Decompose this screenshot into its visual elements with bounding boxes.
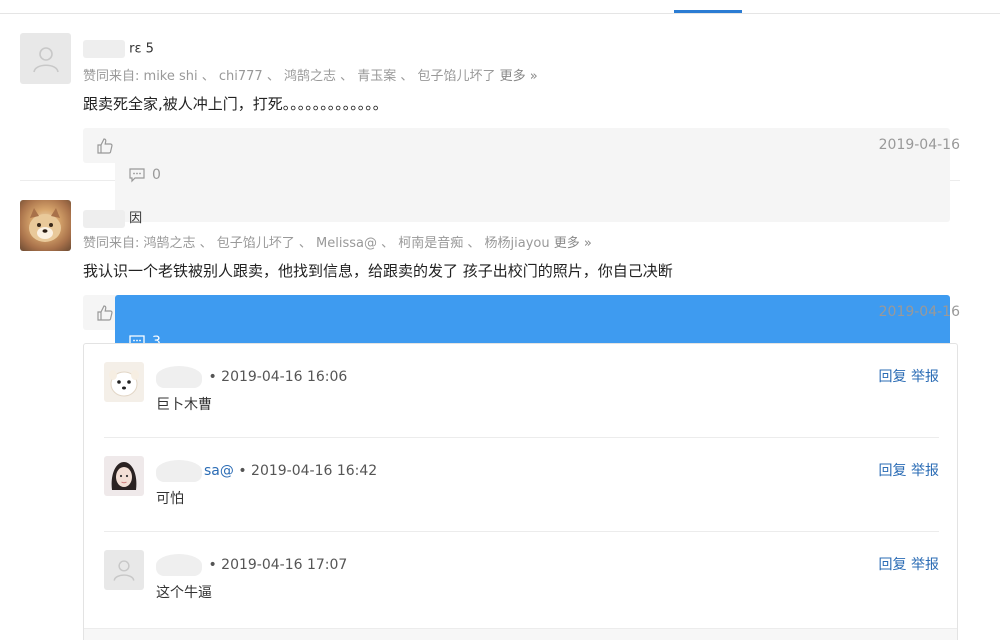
girl-photo-icon [111, 462, 137, 490]
vote-buttons: 23 1 3 [83, 295, 950, 389]
comment-meta: • 2019-04-16 16:06 [156, 366, 347, 388]
answer-item: 因 赞同来自: 鸿鹄之志 、 包子馅儿坏了 、 Melissa@ 、 柯南是音痴… [20, 200, 960, 640]
user-icon [113, 560, 135, 581]
answer-date: 2019-04-16 [878, 137, 960, 153]
answer-content: 跟卖死全家,被人冲上门，打死。。。。。。。。。。。。。 [83, 95, 388, 113]
username-text[interactable]: rε 5 [129, 42, 154, 57]
comment-input-area[interactable] [84, 628, 957, 640]
comment-item: • 2019-04-16 16:06 巨卜木曹 回复 举报 [104, 344, 939, 438]
comment-avatar[interactable] [104, 456, 144, 496]
comment-actions: 回复 举报 [879, 460, 939, 480]
comment-list: • 2019-04-16 16:06 巨卜木曹 回复 举报 sa@ • 2019… [83, 343, 958, 640]
reply-link[interactable]: 回复 [879, 369, 907, 385]
comment-item: • 2019-04-16 17:07 这个牛逼 回复 举报 [104, 532, 939, 626]
comment-time: • 2019-04-16 17:07 [208, 557, 348, 573]
report-link[interactable]: 举报 [911, 557, 939, 573]
user-icon [32, 46, 59, 72]
commenter-blur [156, 554, 202, 576]
top-nav-bar [0, 0, 1000, 14]
username-blur [83, 40, 125, 58]
agree-users[interactable]: 鸿鹄之志 、 包子馅儿坏了 、 Melissa@ 、 柯南是音痴 、 杨杨jia… [144, 236, 550, 251]
comment-avatar[interactable] [104, 362, 144, 402]
comment-time: • 2019-04-16 16:06 [208, 369, 348, 385]
avatar[interactable] [20, 200, 71, 251]
answer-date: 2019-04-16 [878, 304, 960, 320]
thumbs-up-icon [97, 137, 113, 154]
answer-item: rε 5 赞同来自: mike shi 、 chi777 、 鸿鹄之志 、 青玉… [20, 33, 960, 222]
active-tab-indicator [674, 10, 742, 13]
commenter-name[interactable]: sa@ [204, 463, 234, 479]
reply-link[interactable]: 回复 [879, 557, 907, 573]
comment-actions: 回复 举报 [879, 554, 939, 574]
agree-prefix: 赞同来自: [83, 69, 140, 84]
username[interactable]: rε 5 [83, 40, 154, 58]
report-link[interactable]: 举报 [911, 463, 939, 479]
agree-users[interactable]: mike shi 、 chi777 、 鸿鹄之志 、 青玉案 、 包子馅儿坏了 [144, 69, 496, 84]
comment-meta: • 2019-04-16 17:07 [156, 554, 347, 576]
puppy-photo-icon [109, 370, 139, 397]
agree-users-line: 赞同来自: mike shi 、 chi777 、 鸿鹄之志 、 青玉案 、 包… [83, 65, 538, 84]
commenter-blur [156, 366, 202, 388]
agree-users-line: 赞同来自: 鸿鹄之志 、 包子馅儿坏了 、 Melissa@ 、 柯南是音痴 、… [83, 232, 592, 251]
comment-count: 0 [152, 167, 161, 183]
report-link[interactable]: 举报 [911, 369, 939, 385]
username[interactable]: 因 [83, 207, 142, 228]
dog-photo-icon [29, 208, 61, 242]
comment-actions: 回复 举报 [879, 366, 939, 386]
reply-link[interactable]: 回复 [879, 463, 907, 479]
comment-avatar[interactable] [104, 550, 144, 590]
more-link[interactable]: 更多 » [500, 69, 538, 84]
avatar[interactable] [20, 33, 71, 84]
comment-text: 巨卜木曹 [156, 397, 212, 413]
username-text[interactable]: 因 [129, 211, 142, 226]
comment-time: • 2019-04-16 16:42 [238, 463, 378, 479]
comment-item: sa@ • 2019-04-16 16:42 可怕 回复 举报 [104, 438, 939, 532]
agree-prefix: 赞同来自: [83, 236, 140, 251]
thumbs-up-icon [97, 304, 113, 321]
comment-text: 这个牛逼 [156, 585, 212, 601]
commenter-blur [156, 460, 202, 482]
comment-icon [129, 168, 145, 183]
comment-text: 可怕 [156, 491, 184, 507]
comment-meta: sa@ • 2019-04-16 16:42 [156, 460, 377, 482]
more-link[interactable]: 更多 » [554, 236, 592, 251]
username-blur [83, 209, 125, 228]
vote-buttons: 30 1 0 [83, 128, 950, 222]
answer-content: 我认识一个老铁被别人跟卖，他找到信息，给跟卖的发了 孩子出校门的照片，你自己决断 [83, 262, 673, 280]
